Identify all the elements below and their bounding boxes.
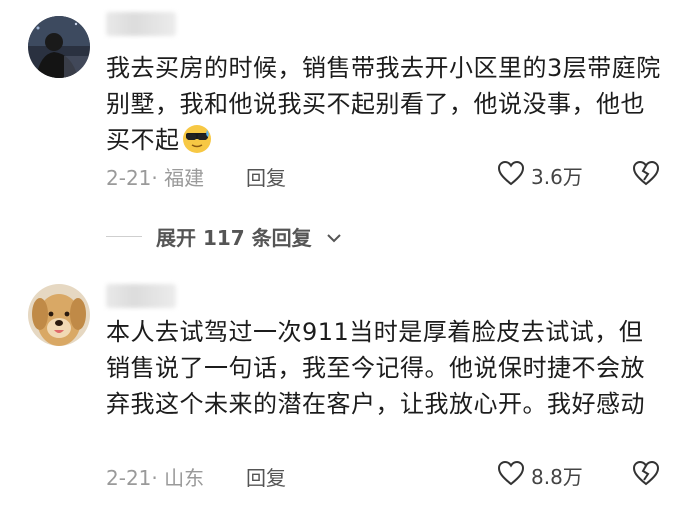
expand-replies-label: 展开 117 条回复 — [156, 226, 312, 250]
username-blurred[interactable] — [106, 284, 176, 308]
username-blurred[interactable] — [106, 12, 176, 36]
divider-line — [106, 236, 142, 237]
like-button[interactable]: 3.6万 — [497, 160, 583, 191]
like-button[interactable]: 8.8万 — [497, 460, 583, 491]
heart-outline-icon — [497, 460, 525, 491]
reply-button[interactable]: 回复 — [246, 162, 286, 191]
chevron-down-icon — [326, 225, 342, 249]
comment-meta: 2-21· 山东 — [106, 466, 205, 490]
comment-meta: 2-21· 福建 — [106, 166, 205, 190]
heart-outline-icon — [497, 160, 525, 191]
avatar[interactable] — [28, 284, 90, 346]
reply-button[interactable]: 回复 — [246, 462, 286, 491]
comment-text: 本人去试驾过一次911当时是厚着脸皮去试试，但销售说了一句话，我至今记得。他说保… — [106, 318, 645, 418]
dislike-button[interactable] — [632, 160, 660, 190]
like-count: 3.6万 — [531, 165, 583, 189]
cool-face-sweat-emoji — [182, 124, 212, 154]
like-count: 8.8万 — [531, 465, 583, 489]
dislike-button[interactable] — [632, 460, 660, 490]
comment-text: 我去买房的时候，销售带我去开小区里的3层带庭院别墅，我和他说我买不起别看了，他说… — [106, 54, 661, 154]
expand-replies-button[interactable]: 展开 117 条回复 — [106, 222, 342, 251]
avatar[interactable] — [28, 16, 90, 78]
